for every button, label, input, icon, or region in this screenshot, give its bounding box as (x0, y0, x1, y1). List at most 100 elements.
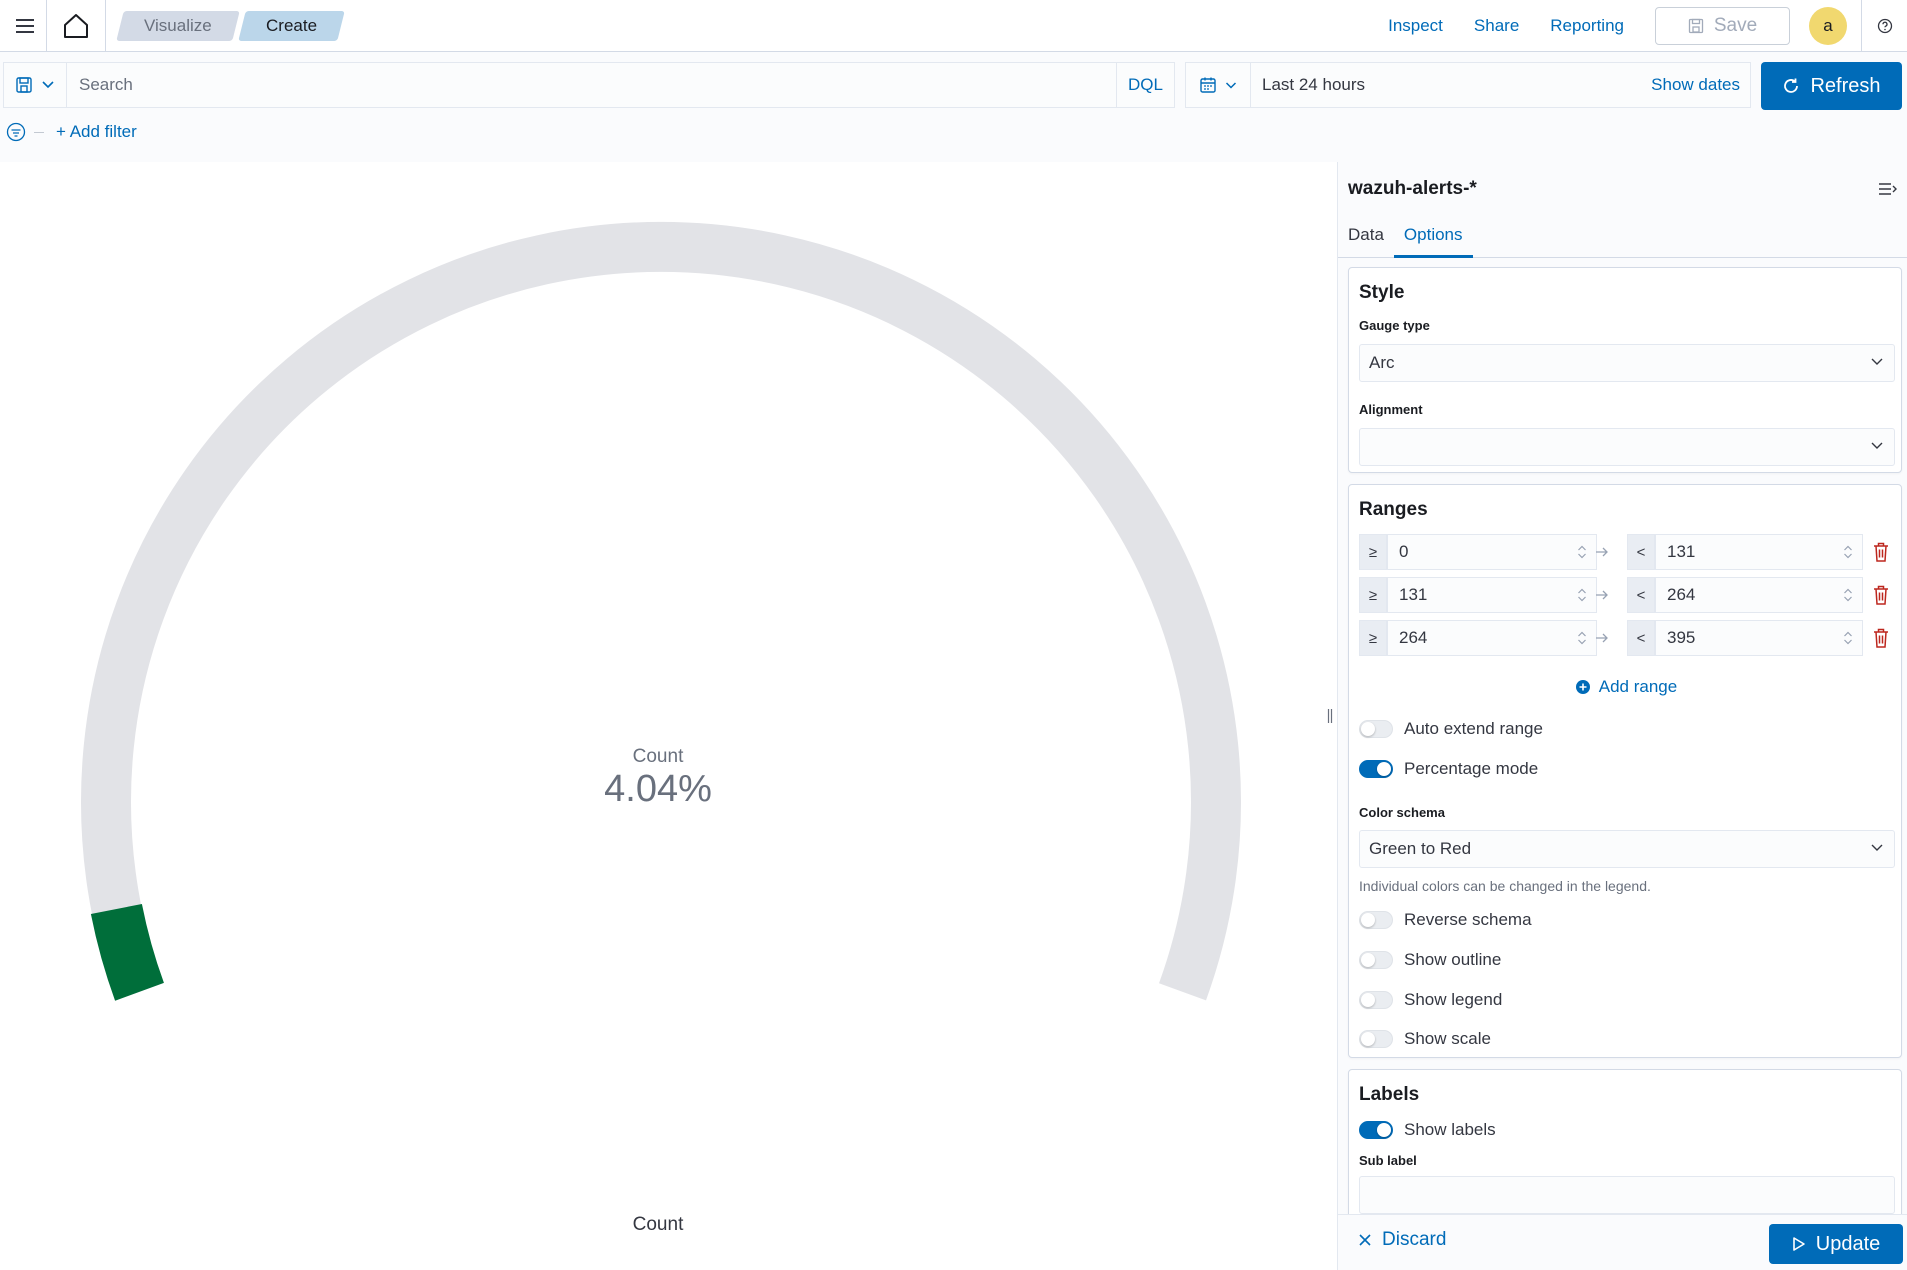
refresh-button[interactable]: Refresh (1761, 62, 1902, 110)
range-to-symbol: < (1627, 577, 1655, 613)
trash-icon[interactable] (1871, 627, 1891, 649)
gauge-type-select[interactable]: Arc (1359, 344, 1895, 382)
help-button[interactable] (1861, 0, 1907, 52)
breadcrumb-label: Visualize (144, 15, 212, 35)
filter-options-icon[interactable] (6, 122, 26, 142)
trash-icon[interactable] (1871, 541, 1891, 563)
header-divider (105, 0, 106, 52)
add-range-button[interactable]: Add range (1349, 677, 1903, 697)
percentage-mode-toggle[interactable]: Percentage mode (1359, 759, 1538, 779)
sub-label-label: Sub label (1359, 1153, 1417, 1168)
alignment-select[interactable] (1359, 428, 1895, 466)
range-from-value: 264 (1399, 628, 1428, 647)
color-schema-value: Green to Red (1369, 839, 1472, 858)
toggle-switch[interactable] (1359, 1030, 1393, 1048)
saved-query-button[interactable] (4, 63, 67, 107)
close-icon (1359, 1234, 1371, 1246)
toggle-switch[interactable] (1359, 1121, 1393, 1139)
toggle-switch[interactable] (1359, 720, 1393, 738)
discard-button[interactable]: Discard (1358, 1229, 1446, 1251)
chevron-down-icon (1871, 844, 1883, 851)
gauge-value: 4.04% (604, 768, 712, 810)
refresh-icon (1784, 78, 1799, 93)
save-icon (1688, 18, 1703, 33)
share-link[interactable]: Share (1474, 16, 1519, 36)
tab-data[interactable]: Data (1338, 220, 1394, 258)
style-panel: Style Gauge type Arc Alignment (1348, 267, 1902, 473)
range-from-input[interactable]: 264 (1387, 620, 1597, 656)
collapse-sidebar-button[interactable] (1875, 176, 1901, 202)
labels-panel: Labels Show labels Sub label (1348, 1069, 1902, 1229)
user-avatar[interactable]: a (1809, 6, 1847, 45)
calendar-icon (1200, 77, 1216, 93)
range-to-value: 395 (1667, 628, 1696, 647)
reporting-link[interactable]: Reporting (1550, 16, 1624, 36)
spinner-icon[interactable] (1842, 543, 1854, 561)
toggle-switch[interactable] (1359, 911, 1393, 929)
show-outline-toggle[interactable]: Show outline (1359, 950, 1501, 970)
toggle-switch[interactable] (1359, 951, 1393, 969)
toggle-switch[interactable] (1359, 760, 1393, 778)
range-to-input[interactable]: 131 (1655, 534, 1863, 570)
color-schema-select[interactable]: Green to Red (1359, 830, 1895, 868)
show-labels-toggle[interactable]: Show labels (1359, 1120, 1496, 1140)
reverse-schema-toggle[interactable]: Reverse schema (1359, 910, 1532, 930)
gauge-chart (81, 221, 1241, 1001)
breadcrumb-visualize[interactable]: Visualize (116, 10, 240, 41)
arrow-right-icon (1596, 590, 1608, 600)
chevron-down-icon (1225, 81, 1237, 89)
tab-options[interactable]: Options (1393, 220, 1473, 258)
breadcrumb-label: Create (265, 15, 317, 35)
date-picker: Last 24 hours Show dates (1185, 62, 1751, 108)
show-dates-link[interactable]: Show dates (1651, 75, 1740, 95)
color-schema-help: Individual colors can be changed in the … (1359, 878, 1651, 894)
range-to-input[interactable]: 395 (1655, 620, 1863, 656)
range-from-input[interactable]: 0 (1387, 534, 1597, 570)
color-schema-label: Color schema (1359, 805, 1445, 820)
sub-label-input[interactable] (1359, 1176, 1895, 1214)
search-bar: DQL (3, 62, 1175, 108)
auto-extend-toggle[interactable]: Auto extend range (1359, 719, 1543, 739)
panel-resize-handle[interactable] (1323, 162, 1337, 1270)
home-button[interactable] (47, 0, 105, 52)
update-button[interactable]: Update (1769, 1224, 1903, 1264)
spinner-icon[interactable] (1576, 629, 1588, 647)
gauge-type-value: Arc (1369, 353, 1395, 372)
breadcrumb-create: Create (237, 10, 345, 41)
range-to-symbol: < (1627, 534, 1655, 570)
gauge-axis-title: Count (632, 1214, 684, 1235)
range-from-value: 131 (1399, 585, 1428, 604)
range-to-value: 264 (1667, 585, 1696, 604)
inspect-link[interactable]: Inspect (1388, 16, 1443, 36)
spinner-icon[interactable] (1576, 543, 1588, 561)
spinner-icon[interactable] (1842, 586, 1854, 604)
quick-select-button[interactable] (1186, 63, 1251, 107)
gauge-fill (90, 903, 165, 1001)
gauge-type-label: Gauge type (1359, 318, 1430, 333)
drag-handle-icon (1327, 709, 1333, 723)
show-scale-toggle[interactable]: Show scale (1359, 1029, 1491, 1049)
range-to-input[interactable]: 264 (1655, 577, 1863, 613)
home-icon (64, 13, 88, 38)
sidebar-tabs: Data Options (1338, 220, 1907, 258)
plus-in-circle-icon (1575, 680, 1590, 694)
spinner-icon[interactable] (1576, 586, 1588, 604)
query-language-button[interactable]: DQL (1116, 63, 1174, 107)
range-row: ≥ 264 < 395 (1359, 620, 1899, 656)
index-pattern-title: wazuh-alerts-* (1348, 178, 1477, 199)
range-from-input[interactable]: 131 (1387, 577, 1597, 613)
add-filter-button[interactable]: + Add filter (56, 122, 137, 142)
show-legend-toggle[interactable]: Show legend (1359, 990, 1502, 1010)
breadcrumb: Visualize Create (116, 10, 347, 41)
save-button[interactable]: Save (1655, 6, 1790, 45)
discard-label: Discard (1382, 1229, 1447, 1250)
menu-button[interactable] (4, 5, 46, 47)
search-input[interactable] (67, 63, 1116, 107)
filter-divider (34, 131, 44, 133)
trash-icon[interactable] (1871, 584, 1891, 606)
filter-bar: + Add filter (6, 122, 137, 142)
date-range-text[interactable]: Last 24 hours (1251, 75, 1651, 95)
spinner-icon[interactable] (1842, 629, 1854, 647)
ranges-panel: Ranges ≥ 0 < 131 ≥ 131 < 264 ≥ 264 < 395… (1348, 484, 1902, 1058)
toggle-switch[interactable] (1359, 991, 1393, 1009)
